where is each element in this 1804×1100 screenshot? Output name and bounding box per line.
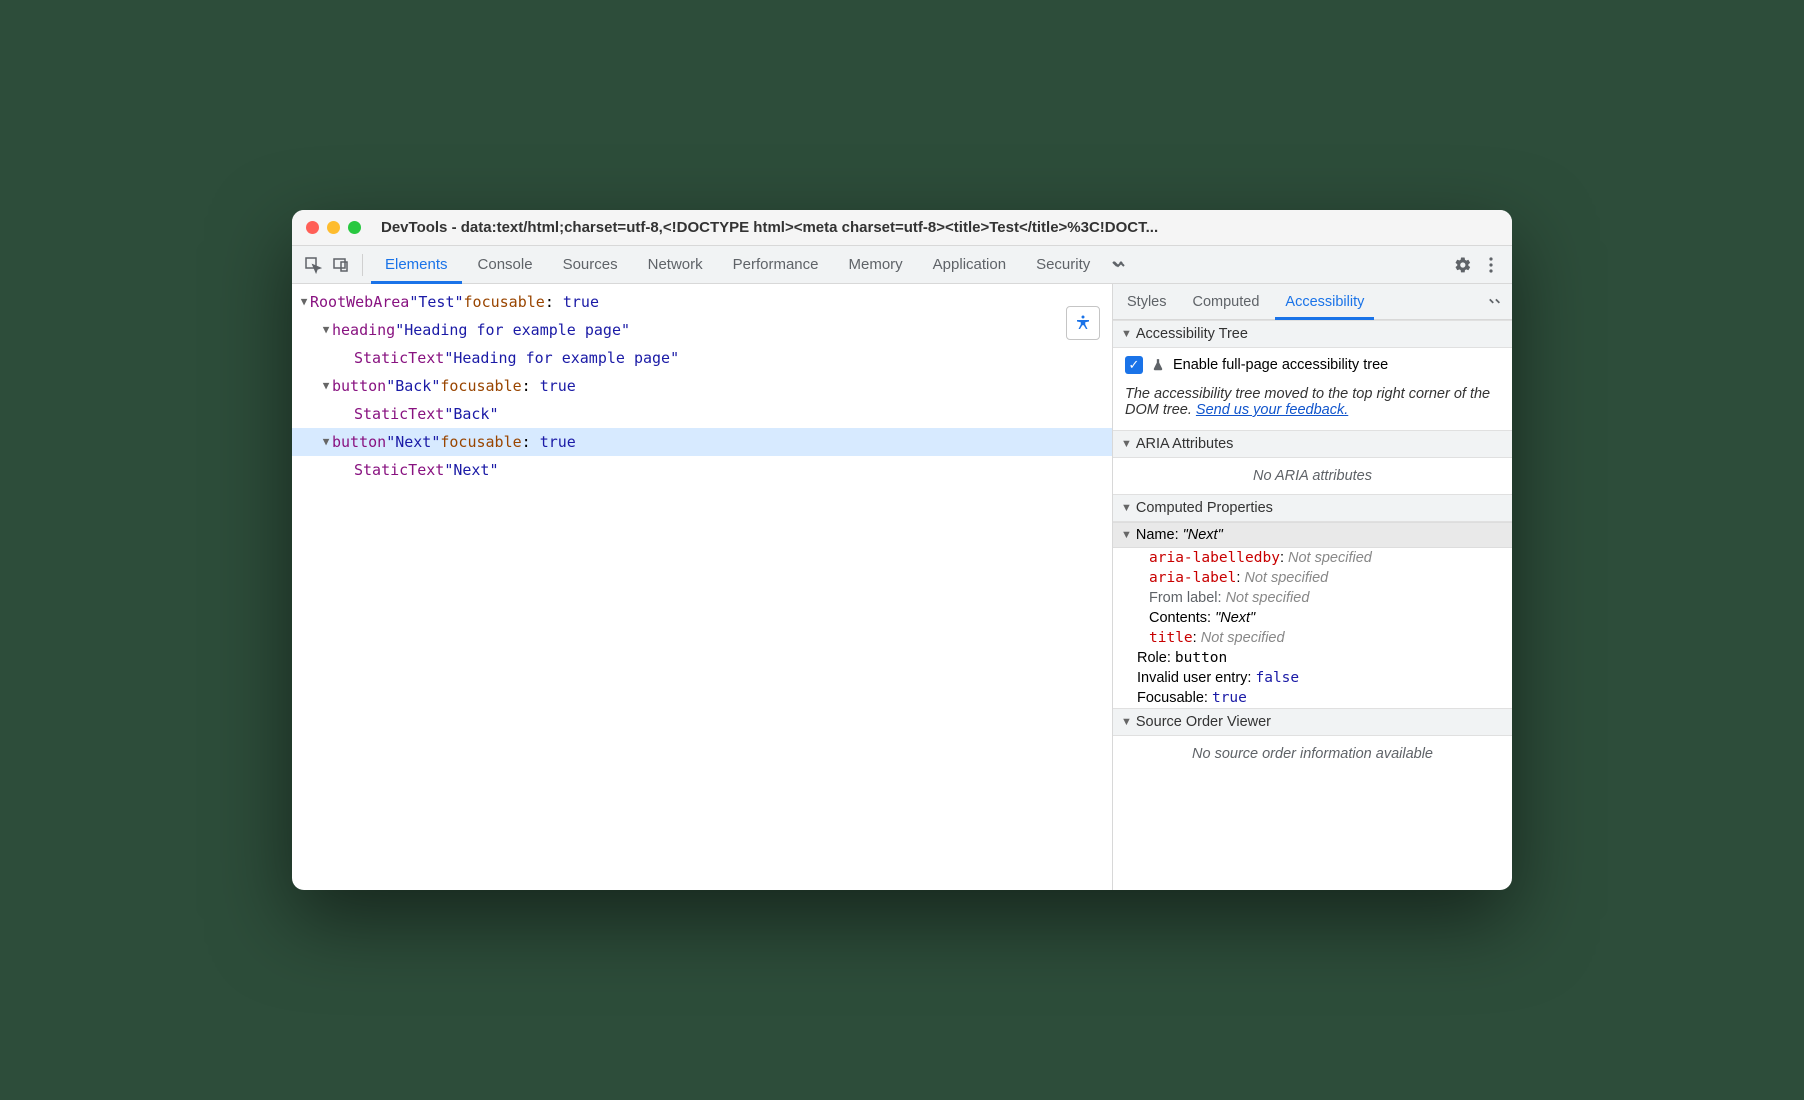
aria-attributes-header[interactable]: ▼ ARIA Attributes (1113, 430, 1512, 458)
tree-row[interactable]: ▼ button "Back" focusable: true (292, 372, 1112, 400)
name-value: "Next" (1183, 527, 1223, 543)
prop-focusable: Focusable: true (1113, 688, 1512, 708)
name-label: Name: (1136, 527, 1179, 543)
sidebar-panel: Styles Computed Accessibility ▼ Accessib… (1112, 284, 1512, 890)
section-title: Computed Properties (1136, 500, 1273, 516)
flask-icon (1151, 358, 1165, 372)
tab-accessibility[interactable]: Accessibility (1275, 284, 1374, 320)
section-title: ARIA Attributes (1136, 436, 1234, 452)
separator (362, 254, 363, 276)
tab-computed[interactable]: Computed (1183, 284, 1270, 320)
more-tabs-icon[interactable] (1106, 252, 1132, 278)
disclosure-triangle-icon: ▼ (1121, 328, 1132, 340)
checkbox-checked-icon[interactable]: ✓ (1125, 356, 1143, 374)
name-property-header[interactable]: ▼ Name: "Next" (1113, 522, 1512, 548)
enable-full-page-tree-row[interactable]: ✓ Enable full-page accessibility tree (1113, 348, 1512, 382)
close-window-button[interactable] (306, 221, 319, 234)
feedback-link[interactable]: Send us your feedback. (1196, 402, 1348, 418)
more-options-icon[interactable] (1478, 252, 1504, 278)
prop-aria-labelledby: aria-labelledby: Not specified (1113, 548, 1512, 568)
minimize-window-button[interactable] (327, 221, 340, 234)
tab-sources[interactable]: Sources (549, 246, 632, 284)
disclosure-triangle-icon: ▼ (1121, 716, 1132, 728)
accessibility-note: The accessibility tree moved to the top … (1113, 382, 1512, 430)
device-toggle-icon[interactable] (328, 252, 354, 278)
prop-aria-label: aria-label: Not specified (1113, 568, 1512, 588)
prop-role: Role: button (1113, 648, 1512, 668)
content-area: ▼ RootWebArea "Test" focusable: true▼ he… (292, 284, 1512, 890)
section-title: Source Order Viewer (1136, 714, 1271, 730)
devtools-window: DevTools - data:text/html;charset=utf-8,… (292, 210, 1512, 890)
dom-tree-panel[interactable]: ▼ RootWebArea "Test" focusable: true▼ he… (292, 284, 1112, 890)
accessibility-mode-button[interactable] (1066, 306, 1100, 340)
titlebar: DevTools - data:text/html;charset=utf-8,… (292, 210, 1512, 246)
tab-performance[interactable]: Performance (719, 246, 833, 284)
settings-icon[interactable] (1450, 252, 1476, 278)
tab-console[interactable]: Console (464, 246, 547, 284)
no-source-order-text: No source order information available (1113, 736, 1512, 772)
tab-styles[interactable]: Styles (1117, 284, 1177, 320)
tree-row[interactable]: StaticText "Next" (292, 456, 1112, 484)
prop-contents: Contents: "Next" (1113, 608, 1512, 628)
tree-row[interactable]: ▼ heading "Heading for example page" (292, 316, 1112, 344)
more-side-tabs-icon[interactable] (1482, 289, 1508, 315)
tree-row[interactable]: StaticText "Heading for example page" (292, 344, 1112, 372)
source-order-viewer-header[interactable]: ▼ Source Order Viewer (1113, 708, 1512, 736)
tree-row[interactable]: ▼ button "Next" focusable: true (292, 428, 1112, 456)
no-aria-attributes-text: No ARIA attributes (1113, 458, 1512, 494)
inspect-icon[interactable] (300, 252, 326, 278)
main-toolbar: Elements Console Sources Network Perform… (292, 246, 1512, 284)
sidebar-tabs: Styles Computed Accessibility (1113, 284, 1512, 320)
tree-row[interactable]: ▼ RootWebArea "Test" focusable: true (292, 288, 1112, 316)
accessibility-tree-header[interactable]: ▼ Accessibility Tree (1113, 320, 1512, 348)
disclosure-triangle-icon: ▼ (1121, 529, 1132, 541)
tab-application[interactable]: Application (919, 246, 1020, 284)
prop-invalid-user-entry: Invalid user entry: false (1113, 668, 1512, 688)
enable-label: Enable full-page accessibility tree (1173, 357, 1388, 373)
window-title: DevTools - data:text/html;charset=utf-8,… (381, 219, 1498, 236)
tab-elements[interactable]: Elements (371, 246, 462, 284)
tree-row[interactable]: StaticText "Back" (292, 400, 1112, 428)
disclosure-triangle-icon: ▼ (1121, 438, 1132, 450)
prop-from-label: From label: Not specified (1113, 588, 1512, 608)
section-title: Accessibility Tree (1136, 326, 1248, 342)
disclosure-triangle-icon: ▼ (1121, 502, 1132, 514)
prop-title: title: Not specified (1113, 628, 1512, 648)
tab-security[interactable]: Security (1022, 246, 1104, 284)
tab-memory[interactable]: Memory (835, 246, 917, 284)
tab-network[interactable]: Network (634, 246, 717, 284)
zoom-window-button[interactable] (348, 221, 361, 234)
window-controls (306, 221, 361, 234)
computed-properties-header[interactable]: ▼ Computed Properties (1113, 494, 1512, 522)
